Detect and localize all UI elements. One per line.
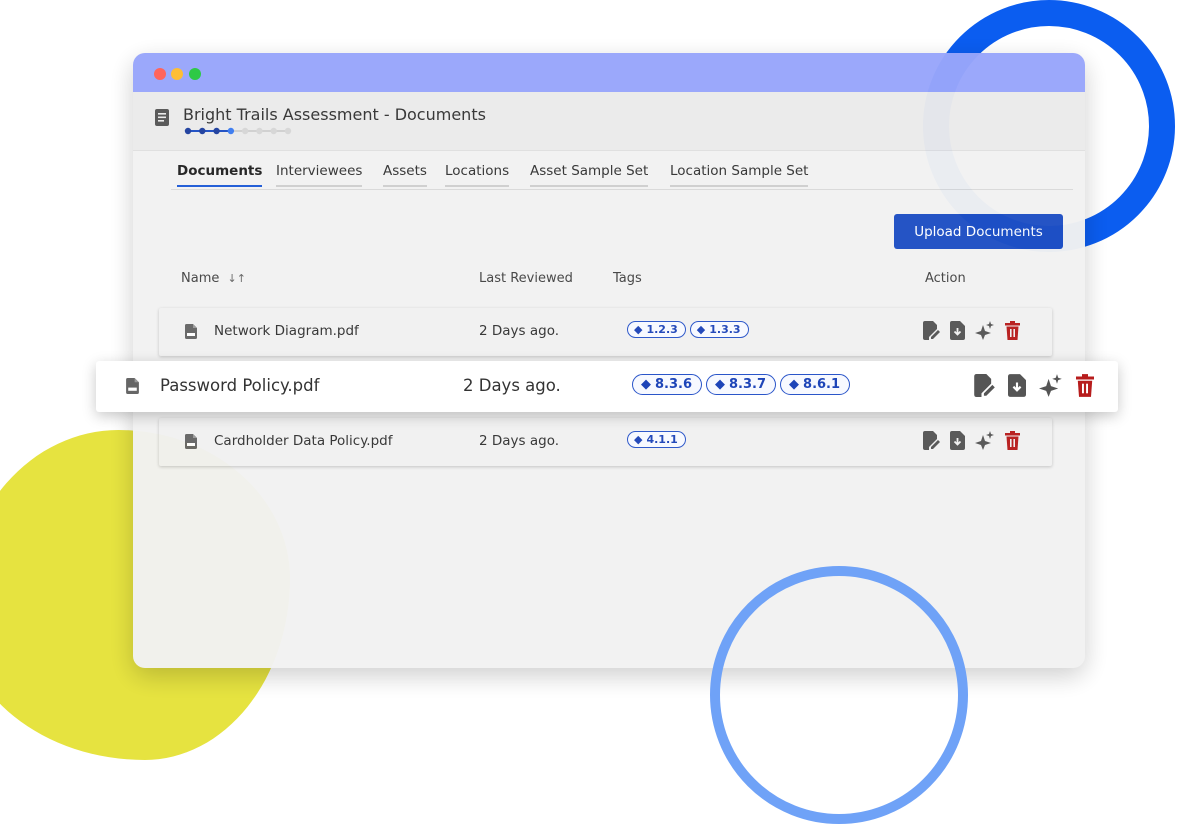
tag-badge[interactable]: ◆ 8.3.7: [706, 374, 777, 395]
tab-location-sample-set[interactable]: Location Sample Set: [670, 163, 809, 187]
upload-documents-button[interactable]: Upload Documents: [894, 214, 1063, 249]
window-titlebar: [133, 53, 1085, 92]
tag-icon: ◆: [641, 377, 651, 392]
row-file-name[interactable]: Password Policy.pdf: [160, 376, 319, 395]
tag-icon: ◆: [634, 323, 643, 336]
row-tags: ◆ 8.3.6 ◆ 8.3.7 ◆ 8.6.1: [632, 374, 851, 395]
row-actions: [923, 321, 1020, 344]
sign-document-icon[interactable]: [974, 374, 995, 401]
ai-sparkle-icon[interactable]: [975, 431, 995, 454]
download-document-icon[interactable]: [950, 431, 965, 454]
decorative-light-blue-ring: [710, 566, 968, 824]
stepper-step: [241, 127, 249, 135]
stepper-step: [227, 127, 235, 135]
stepper-step: [213, 127, 220, 135]
delete-trash-icon[interactable]: [1076, 374, 1094, 401]
sign-document-icon[interactable]: [923, 431, 940, 454]
stepper-step: [199, 127, 206, 135]
tag-icon: ◆: [789, 377, 800, 392]
page-header: Bright Trails Assessment - Documents: [133, 92, 1085, 151]
row-actions: [974, 374, 1094, 401]
tag-badge[interactable]: ◆ 1.2.3: [627, 321, 686, 338]
row-last-reviewed: 2 Days ago.: [463, 376, 561, 395]
download-document-icon[interactable]: [1008, 374, 1026, 401]
tag-icon: ◆: [696, 323, 706, 336]
window-minimize-dot[interactable]: [171, 68, 183, 80]
row-actions: [923, 431, 1020, 454]
column-header-last-reviewed: Last Reviewed: [479, 271, 573, 286]
tab-locations[interactable]: Locations: [445, 163, 510, 187]
tag-badge[interactable]: ◆ 8.3.6: [632, 374, 703, 395]
ai-sparkle-icon[interactable]: [975, 321, 995, 344]
pdf-file-icon: [126, 378, 139, 398]
tab-assets[interactable]: Assets: [383, 163, 427, 187]
column-header-name[interactable]: Name ↓↑: [181, 271, 246, 286]
tab-interviewees[interactable]: Interviewees: [276, 163, 363, 187]
download-document-icon[interactable]: [950, 321, 965, 344]
row-tags: ◆ 1.2.3 ◆ 1.3.3: [627, 321, 749, 338]
window-maximize-dot[interactable]: [189, 68, 201, 80]
sign-document-icon[interactable]: [923, 321, 940, 344]
table-row[interactable]: Network Diagram.pdf 2 Days ago. ◆ 1.2.3 ◆…: [159, 308, 1052, 356]
stepper-step: [256, 127, 263, 135]
pdf-file-icon: [185, 434, 197, 453]
page-title: Bright Trails Assessment - Documents: [183, 105, 486, 124]
stepper-step: [270, 127, 277, 135]
row-tags: ◆ 4.1.1: [627, 431, 686, 448]
delete-trash-icon[interactable]: [1005, 321, 1020, 344]
tag-badge[interactable]: ◆ 4.1.1: [627, 431, 686, 448]
window-close-dot[interactable]: [154, 68, 166, 80]
stepper-step: [284, 127, 292, 135]
column-header-tags: Tags: [613, 271, 642, 286]
stepper-step: [184, 127, 192, 135]
row-last-reviewed: 2 Days ago.: [479, 323, 560, 339]
sort-icon[interactable]: ↓↑: [228, 272, 246, 285]
column-header-action: Action: [925, 271, 966, 286]
delete-trash-icon[interactable]: [1005, 431, 1020, 454]
tag-icon: ◆: [634, 433, 643, 446]
tag-badge[interactable]: ◆ 8.6.1: [780, 374, 851, 395]
row-file-name[interactable]: Network Diagram.pdf: [214, 323, 359, 339]
tab-documents[interactable]: Documents: [177, 163, 263, 187]
ai-sparkle-icon[interactable]: [1039, 374, 1063, 401]
tab-bar: Documents Interviewees Assets Locations …: [171, 163, 1073, 190]
pdf-file-icon: [185, 324, 197, 343]
table-row-highlighted[interactable]: Password Policy.pdf 2 Days ago. ◆ 8.3.6 ◆…: [96, 361, 1118, 412]
tag-badge[interactable]: ◆ 1.3.3: [689, 321, 749, 338]
row-last-reviewed: 2 Days ago.: [479, 433, 560, 449]
document-icon: [155, 109, 169, 130]
tag-icon: ◆: [715, 377, 726, 392]
tab-asset-sample-set[interactable]: Asset Sample Set: [530, 163, 649, 187]
row-file-name[interactable]: Cardholder Data Policy.pdf: [214, 433, 392, 449]
table-row[interactable]: Cardholder Data Policy.pdf 2 Days ago. ◆…: [159, 418, 1052, 466]
progress-stepper: [184, 127, 292, 135]
